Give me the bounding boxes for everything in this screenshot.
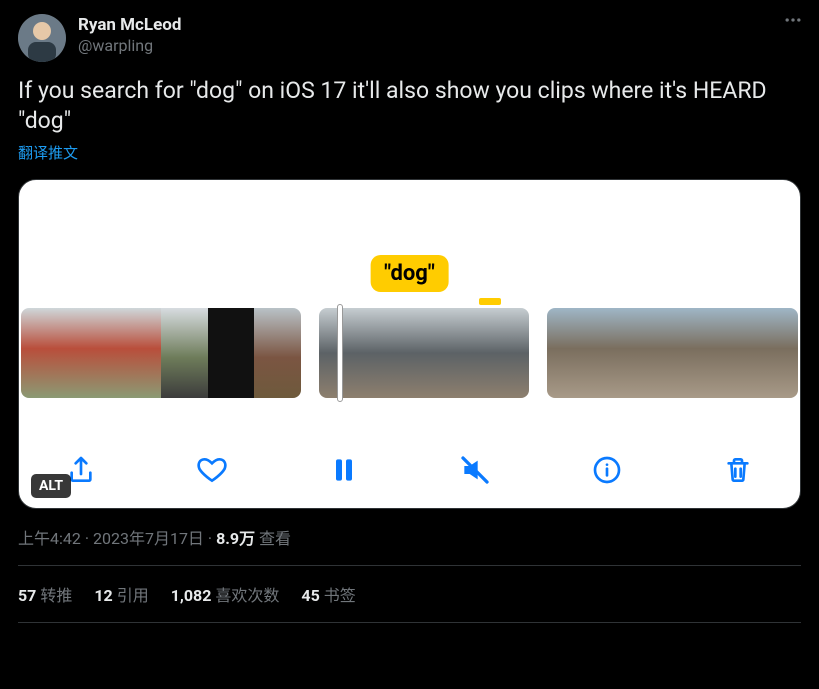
- timeline-frame: [589, 308, 631, 398]
- translate-link[interactable]: 翻译推文: [18, 142, 801, 163]
- quotes-stat[interactable]: 12引用: [94, 582, 148, 606]
- display-name: Ryan McLeod: [78, 14, 181, 36]
- tweet-container: Ryan McLeod @warpling If you search for …: [0, 0, 819, 623]
- timeline-frame: [714, 308, 756, 398]
- more-icon[interactable]: [783, 10, 803, 35]
- views-label: 查看: [259, 529, 291, 548]
- time[interactable]: 上午4:42: [18, 529, 81, 548]
- timeline-frame: [68, 308, 115, 398]
- video-toolbar: [19, 450, 800, 490]
- author-names[interactable]: Ryan McLeod @warpling: [78, 14, 181, 57]
- timeline-frame: [161, 308, 208, 398]
- tweet-meta: 上午4:42 · 2023年7月17日 · 8.9万 查看: [18, 525, 801, 566]
- alt-badge[interactable]: ALT: [31, 474, 71, 498]
- tweet-stats: 57转推 12引用 1,082喜欢次数 45书签: [18, 566, 801, 623]
- reposts-stat[interactable]: 57转推: [18, 582, 72, 606]
- timeline-frame: [459, 308, 529, 398]
- info-icon[interactable]: [587, 450, 627, 490]
- playhead[interactable]: [337, 304, 343, 402]
- timeline-frame: [756, 308, 798, 398]
- bookmarks-stat[interactable]: 45书签: [301, 582, 355, 606]
- media-attachment[interactable]: "dog": [18, 179, 801, 509]
- timeline-frame: [208, 308, 255, 398]
- timeline-frame: [547, 308, 589, 398]
- timeline-frame: [254, 308, 301, 398]
- caption-position-marker: [479, 298, 501, 305]
- clip-group[interactable]: [547, 308, 798, 398]
- timeline-frame: [21, 308, 68, 398]
- timeline-frame: [672, 308, 714, 398]
- handle: @warpling: [78, 36, 181, 57]
- clip-group[interactable]: [21, 308, 301, 398]
- video-timeline[interactable]: [19, 308, 800, 398]
- heart-icon[interactable]: [192, 450, 232, 490]
- date[interactable]: 2023年7月17日: [93, 529, 204, 548]
- timeline-frame: [631, 308, 673, 398]
- likes-stat[interactable]: 1,082喜欢次数: [171, 582, 280, 606]
- avatar[interactable]: [18, 14, 66, 62]
- trash-icon[interactable]: [718, 450, 758, 490]
- tweet-header: Ryan McLeod @warpling: [18, 14, 801, 62]
- pause-icon[interactable]: [324, 450, 364, 490]
- timeline-frame: [319, 308, 389, 398]
- timeline-frame: [389, 308, 459, 398]
- clip-group[interactable]: [319, 308, 529, 398]
- mute-icon[interactable]: [455, 450, 495, 490]
- caption-tooltip: "dog": [370, 255, 449, 292]
- views-count[interactable]: 8.9万: [216, 529, 255, 548]
- timeline-frame: [114, 308, 161, 398]
- tweet-text: If you search for "dog" on iOS 17 it'll …: [18, 76, 801, 136]
